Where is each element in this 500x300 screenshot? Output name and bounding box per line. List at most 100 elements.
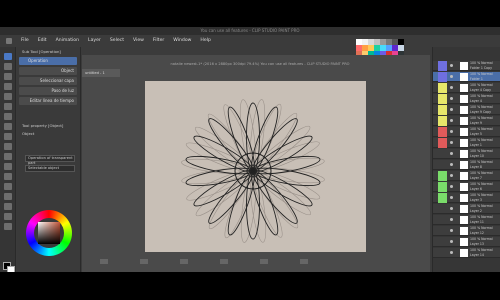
pen-tool-icon[interactable] [4,113,12,120]
zoom-out-icon[interactable] [180,259,188,264]
layer-row[interactable]: 100 % Normal Layer 12 [433,226,500,236]
figure-tool-icon[interactable] [4,183,12,190]
text-tool-icon[interactable] [4,193,12,200]
menu-filter[interactable]: Filter [153,38,164,43]
eye-icon[interactable] [450,86,453,89]
menu-file[interactable]: File [21,38,29,43]
eye-icon[interactable] [450,75,453,78]
layer-row[interactable]: 100 % Normal Layer 14 [433,248,500,258]
layer-color-tag [438,83,447,93]
layer-row[interactable]: 100 % Normal Layer 3 [433,193,500,203]
rotate-icon[interactable] [100,259,108,264]
layer-row[interactable]: 100 % Normal Layer 11 [433,215,500,225]
layer-thumbnail [460,150,468,158]
layer-row[interactable]: 100 % Normal Layer 6 [433,182,500,192]
sub-tool-item-object[interactable]: Object [19,67,77,75]
layer-name: 100 % Normal Layer 10 [470,149,493,158]
menu-help[interactable]: Help [200,38,210,43]
airbrush-tool-icon[interactable] [4,143,12,150]
layer-row[interactable]: 100 % Normal Layer 13 [433,237,500,247]
layer-row[interactable]: 100 % Normal Layer 4 Copy [433,83,500,93]
flip-icon[interactable] [140,259,148,264]
layer-color-tag [438,116,447,126]
sub-tool-item-select-layer[interactable]: Seleccionar capa [19,77,77,85]
menu-edit[interactable]: Edit [38,38,47,43]
layer-row[interactable]: 100 % Normal Layer 1 [433,138,500,148]
sub-tool-item-operation[interactable]: Operation [19,57,77,65]
eye-icon[interactable] [450,174,453,177]
pencil-tool-icon[interactable] [4,123,12,130]
color-wheel[interactable] [26,210,72,256]
menu-window[interactable]: Window [173,38,191,43]
brush-tool-icon[interactable] [4,133,12,140]
lasso-tool-icon[interactable] [4,93,12,100]
layer-name: 100 % Normal Layer 7 [470,171,493,180]
layer-thumbnail [460,172,468,180]
layer-name: 100 % Normal Layer 12 [470,226,493,235]
eye-icon[interactable] [450,108,453,111]
flower-drawing [181,99,325,243]
eye-icon[interactable] [450,185,453,188]
layer-thumbnail [460,227,468,235]
balloon-tool-icon[interactable] [4,203,12,210]
layer-name: 100 % Normal Layer 8 [470,160,493,169]
tool-strip [0,47,16,272]
eye-icon[interactable] [450,207,453,210]
transparent-part-field[interactable]: Operation of transparent part [25,155,75,165]
sub-color-swatch[interactable] [7,266,15,272]
eye-icon[interactable] [450,251,453,254]
eye-icon[interactable] [450,152,453,155]
tool-property-title: Object [22,131,35,136]
selection-tool-icon[interactable] [4,83,12,90]
correct-line-tool-icon[interactable] [4,223,12,230]
fill-tool-icon[interactable] [4,163,12,170]
eye-icon[interactable] [450,97,453,100]
eye-icon[interactable] [450,163,453,166]
eye-icon[interactable] [450,240,453,243]
layer-color-tag [438,105,447,115]
reset-view-icon[interactable] [300,259,308,264]
layer-row[interactable]: 100 % Normal Layer 5 [433,127,500,137]
ruler-tool-icon[interactable] [4,213,12,220]
eye-icon[interactable] [450,218,453,221]
eye-icon[interactable] [450,64,453,67]
canvas-paper[interactable] [145,81,366,252]
layer-row[interactable]: 100 % Normal Layer 10 [433,149,500,159]
layer-name: 100 % Normal Layer 1 [470,138,493,147]
eraser-tool-icon[interactable] [4,153,12,160]
zoom-tool-icon[interactable] [4,73,12,80]
eye-icon[interactable] [450,119,453,122]
layer-color-tag [438,193,447,203]
fit-icon[interactable] [260,259,268,264]
layer-row[interactable]: 100 % Normal Layer 9 Copy [433,105,500,115]
sub-tool-item-light-table[interactable]: Paso de luz [19,87,77,95]
menu-animation[interactable]: Animation [56,38,79,43]
document-tab[interactable]: untitled - 1 [82,69,120,77]
eye-icon[interactable] [450,196,453,199]
layer-row[interactable]: 100 % Normal Layer 7 [433,171,500,181]
gradient-tool-icon[interactable] [4,173,12,180]
layer-name: 100 % Normal Folder 1 Copy [470,61,493,70]
eye-icon[interactable] [450,130,453,133]
menu-select[interactable]: Select [110,38,124,43]
saturation-brightness-square[interactable] [38,222,60,244]
layer-row[interactable]: 100 % Normal Layer 4 [433,94,500,104]
layer-row[interactable]: 100 % Normal Layer 9 [433,116,500,126]
selectable-object-field[interactable]: Selectable object [25,165,75,172]
layer-row[interactable]: 100 % Normal Layer 2 [433,204,500,214]
eye-icon[interactable] [450,141,453,144]
eye-icon[interactable] [450,229,453,232]
layer-row[interactable]: 100 % Normal Folder 1 Copy [433,61,500,71]
sub-tool-item-edit-timeline[interactable]: Editar línea de tiempo [19,97,77,105]
layer-row[interactable]: 100 % Normal Layer 8 [433,160,500,170]
layer-thumbnail [460,139,468,147]
menu-layer[interactable]: Layer [88,38,101,43]
operation-tool-icon[interactable] [4,53,12,60]
layer-color-tag [438,61,447,71]
menu-view[interactable]: View [133,38,144,43]
layer-name: 100 % Normal Layer 3 [470,193,493,202]
move-tool-icon[interactable] [4,63,12,70]
eyedropper-tool-icon[interactable] [4,103,12,110]
zoom-in-icon[interactable] [220,259,228,264]
layer-row[interactable]: 100 % Normal Folder 1 [433,72,500,82]
